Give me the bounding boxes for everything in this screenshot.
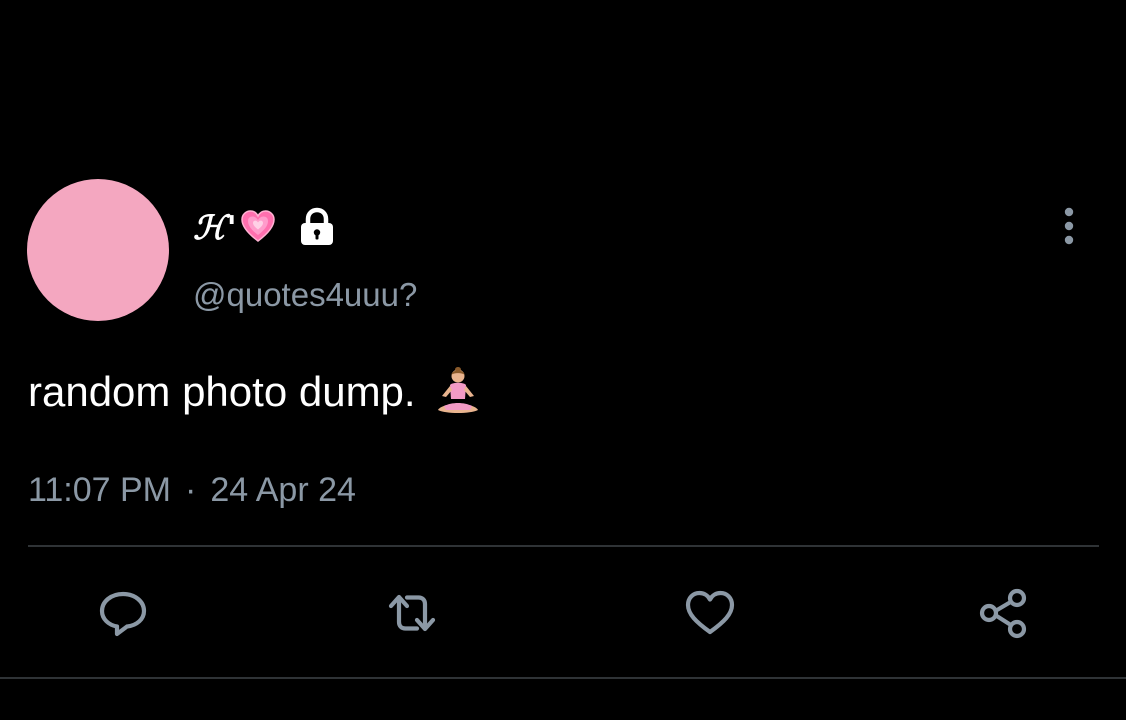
username-handle[interactable]: @quotes4uuu? bbox=[193, 276, 417, 314]
meta-separator: · bbox=[185, 471, 197, 509]
lock-icon bbox=[298, 207, 336, 247]
tweet-text: random photo dump. bbox=[28, 366, 482, 418]
share-icon bbox=[979, 588, 1027, 639]
retweet-button[interactable] bbox=[385, 586, 439, 640]
more-vertical-icon[interactable] bbox=[1056, 206, 1082, 246]
share-button[interactable] bbox=[976, 586, 1030, 640]
author-name-row: ℋ' bbox=[193, 205, 336, 249]
avatar[interactable] bbox=[27, 179, 169, 321]
tweet-time: 11:07 PM bbox=[28, 471, 172, 509]
tweet-date: 24 Apr 24 bbox=[210, 471, 356, 509]
retweet-icon bbox=[388, 594, 436, 632]
display-name[interactable]: ℋ' bbox=[193, 208, 238, 247]
reply-button[interactable] bbox=[96, 586, 150, 640]
tweet-detail: ℋ' @quotes4uuu? random photo dump. 11:07… bbox=[0, 0, 1126, 720]
divider bbox=[28, 545, 1099, 547]
tweet-text-content: random photo dump. bbox=[28, 368, 416, 415]
yoga-icon bbox=[434, 366, 482, 418]
like-button[interactable] bbox=[683, 586, 737, 640]
tweet-timestamp[interactable]: 11:07 PM · 24 Apr 24 bbox=[28, 471, 356, 510]
growing-heart-icon bbox=[240, 209, 276, 245]
reply-icon bbox=[99, 591, 147, 637]
divider bbox=[0, 677, 1126, 679]
like-icon bbox=[685, 590, 735, 635]
